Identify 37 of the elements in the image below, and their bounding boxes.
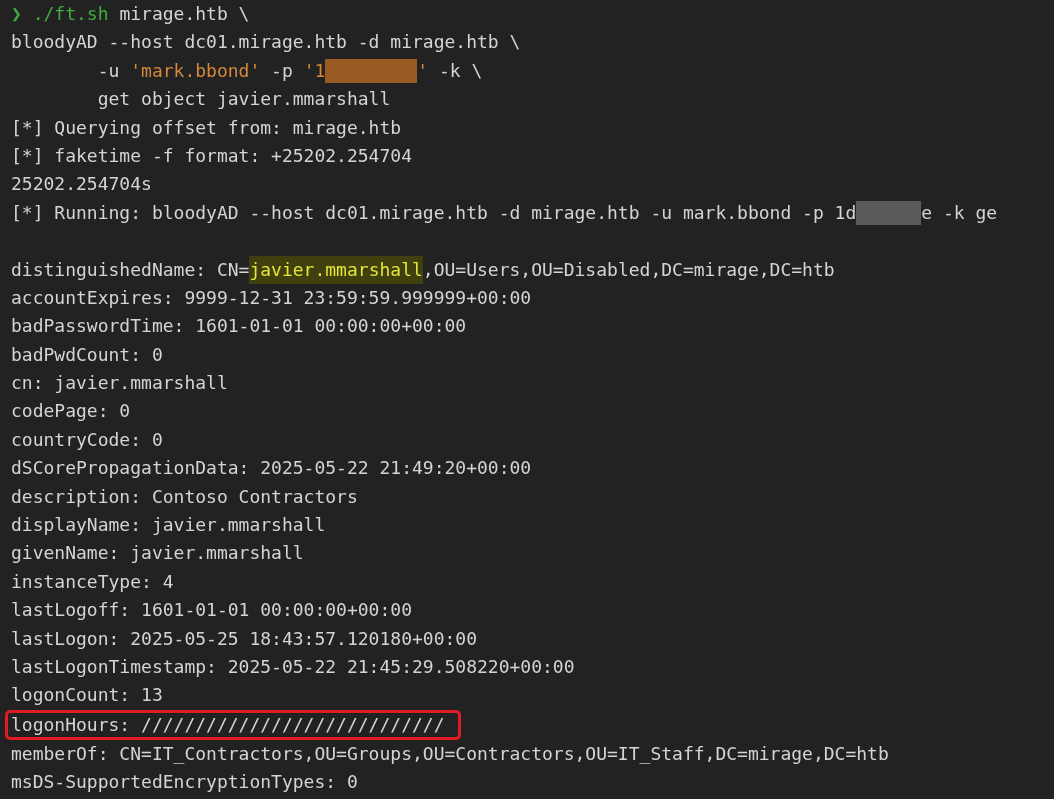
terminal-text: countryCode: 0	[11, 427, 163, 452]
string-text: '	[417, 58, 429, 83]
terminal-text: badPwdCount: 0	[11, 342, 163, 367]
terminal-text: [*] Running: bloodyAD --host dc01.mirage.htb -d mirage.htb -u mark.bbond -p 1d	[11, 200, 857, 225]
terminal-text: badPasswordTime: 1601-01-01 00:00:00+00:00	[11, 314, 467, 339]
terminal-text: memberOf: CN=IT_Contractors,OU=Groups,OU=Contractors,OU=IT_Staff,DC=mirage,DC=htb	[11, 741, 889, 766]
terminal-text: distinguishedName: CN=	[11, 257, 250, 282]
terminal-text: instanceType: 4	[11, 569, 174, 594]
terminal-text: dSCorePropagationData: 2025-05-22 21:49:20+00:00	[11, 456, 532, 481]
terminal-text: lastLogoff: 1601-01-01 00:00:00+00:00	[11, 598, 412, 623]
terminal-text: ,OU=Users,OU=Disabled,DC=mirage,DC=htb	[422, 257, 835, 282]
terminal-text: mirage.htb \	[118, 2, 250, 26]
terminal-text: description: Contoso Contractors	[11, 484, 358, 509]
terminal-text: displayName: javier.mmarshall	[11, 513, 326, 538]
terminal-text: bloodyAD --host dc01.mirage.htb -d mirage.htb \	[11, 30, 521, 55]
terminal-text: -u	[96, 58, 121, 83]
terminal-text: accountExpires: 9999-12-31 23:59:59.999999+00:00	[11, 285, 532, 310]
redaction-block	[856, 200, 922, 225]
string-text: 'mark.bbond'	[130, 58, 261, 83]
command-prompt: ❯ ./ft.sh	[11, 2, 109, 26]
terminal-text: -k \	[438, 58, 483, 83]
terminal-text: logonHours: ////////////////////////////	[11, 712, 445, 737]
terminal-text: msDS-SupportedEncryptionTypes: 0	[11, 770, 358, 795]
terminal-text: logonCount: 13	[11, 683, 163, 708]
terminal-text: lastLogon: 2025-05-25 18:43:57.120180+00:00	[11, 626, 477, 651]
highlighted-text: javier.mmarshall	[249, 255, 423, 284]
terminal-text: codePage: 0	[11, 399, 131, 424]
terminal-text: cn: javier.mmarshall	[11, 371, 228, 396]
terminal-text: 25202.254704s	[11, 172, 152, 197]
terminal-text: e -k ge	[921, 200, 998, 225]
terminal-text: -p	[270, 58, 294, 83]
string-text: '1	[303, 58, 326, 83]
terminal-text: [*] faketime -f format: +25202.254704	[11, 143, 412, 168]
terminal-text: [*] Querying offset from: mirage.htb	[11, 115, 402, 140]
terminal-text: givenName: javier.mmarshall	[11, 541, 304, 566]
terminal-text: lastLogonTimestamp: 2025-05-22 21:45:29.508220+00:00	[11, 655, 575, 679]
terminal-text: get object javier.mmarshall	[96, 87, 391, 112]
